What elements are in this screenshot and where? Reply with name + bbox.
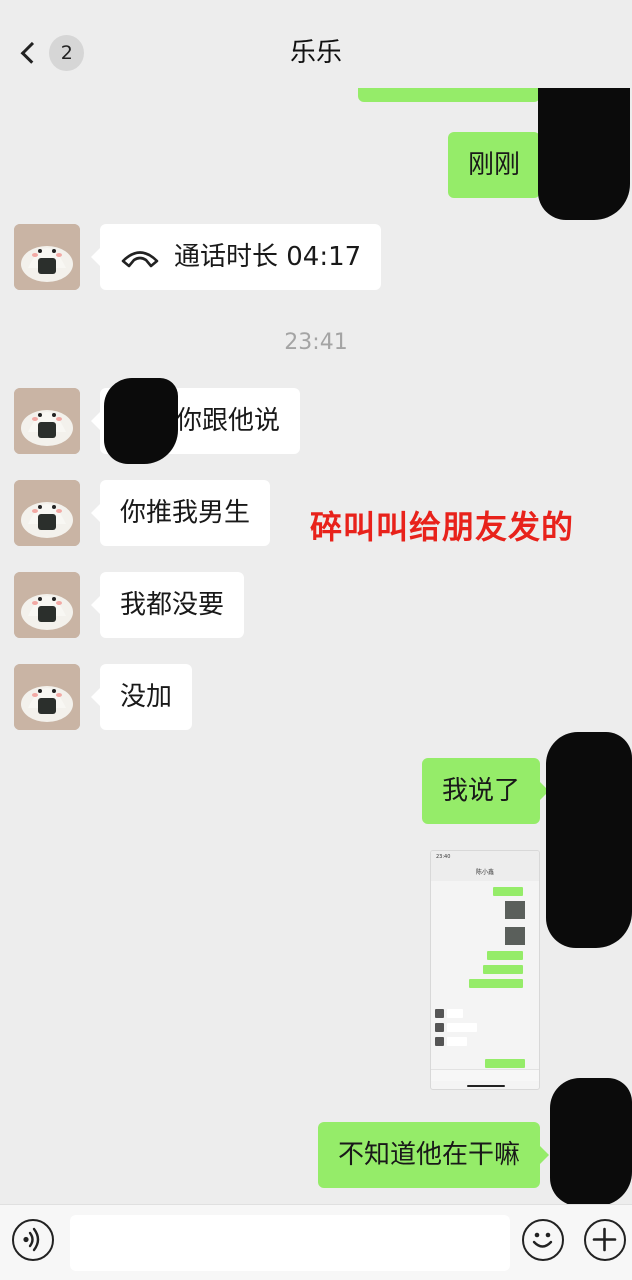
- sent-message[interactable]: 不知道他在干嘛: [317, 1122, 550, 1188]
- contact-avatar[interactable]: [14, 664, 80, 730]
- overlay-caption: 碎叫叫给朋友发的: [310, 508, 575, 546]
- contact-avatar[interactable]: [14, 224, 80, 290]
- message-text: 你跟他说: [176, 406, 281, 436]
- screenshot-avatar: [435, 1037, 444, 1046]
- redaction-mark: [538, 88, 630, 220]
- screenshot-avatar: [435, 1009, 444, 1018]
- chat-input-bar: [0, 1204, 632, 1280]
- screenshot-bubble: [447, 1009, 463, 1018]
- sent-message[interactable]: 刚刚: [447, 132, 550, 198]
- rice-ball-avatar-image: [14, 480, 80, 546]
- rice-ball-avatar-image: [14, 664, 80, 730]
- screenshot-bubble: [493, 887, 523, 896]
- screenshot-photo: [505, 901, 525, 919]
- chat-title[interactable]: 乐乐: [0, 36, 632, 70]
- voice-button[interactable]: [12, 1219, 54, 1261]
- screenshot-home-indicator: [467, 1085, 505, 1087]
- screenshot-bubble: [487, 951, 523, 960]
- message-input[interactable]: [70, 1215, 510, 1271]
- screenshot-bubble: [485, 1059, 525, 1068]
- message-list[interactable]: 刚刚 通话时长 04:17 23:41 你跟他说 你推我男生 我都没要 没加 我…: [0, 88, 632, 1204]
- screenshot-bubble: [469, 979, 523, 988]
- emoji-button[interactable]: [522, 1219, 564, 1261]
- screenshot-header: 23:40 陈小鑫: [431, 851, 539, 881]
- redaction-mark: [550, 1078, 632, 1204]
- screenshot-time: 23:40: [436, 854, 451, 860]
- phone-hangup-icon: [121, 251, 159, 268]
- screenshot-bubble: [447, 1037, 467, 1046]
- screenshot-avatar: [435, 1023, 444, 1032]
- contact-avatar[interactable]: [14, 480, 80, 546]
- message-timestamp: 23:41: [284, 330, 348, 355]
- rice-ball-avatar-image: [14, 572, 80, 638]
- image-message-screenshot[interactable]: 23:40 陈小鑫: [430, 850, 540, 1090]
- redaction-mark: [546, 732, 632, 948]
- chat-header: 2 乐乐: [0, 0, 632, 88]
- received-message[interactable]: 没加: [90, 664, 193, 730]
- contact-avatar[interactable]: [14, 572, 80, 638]
- more-button[interactable]: [584, 1219, 626, 1261]
- voice-icon: [23, 1227, 40, 1252]
- screenshot-photo: [505, 927, 525, 945]
- plus-icon: [592, 1227, 617, 1252]
- sent-message-partial[interactable]: [358, 88, 540, 102]
- call-record-bubble[interactable]: 通话时长 04:17: [90, 224, 382, 290]
- call-duration-text: 通话时长 04:17: [174, 242, 362, 272]
- rice-ball-avatar-image: [14, 224, 80, 290]
- screenshot-bubble: [483, 965, 523, 974]
- redaction-mark: [104, 378, 178, 464]
- screenshot-title: 陈小鑫: [475, 869, 494, 876]
- sent-message[interactable]: 我说了: [421, 758, 550, 824]
- received-message[interactable]: 我都没要: [90, 572, 245, 638]
- screenshot-bubble: [447, 1023, 477, 1032]
- contact-avatar[interactable]: [14, 388, 80, 454]
- screenshot-input-bar: [431, 1069, 539, 1081]
- received-message[interactable]: 你推我男生: [90, 480, 271, 546]
- emoji-icon: [532, 1232, 553, 1248]
- rice-ball-avatar-image: [14, 388, 80, 454]
